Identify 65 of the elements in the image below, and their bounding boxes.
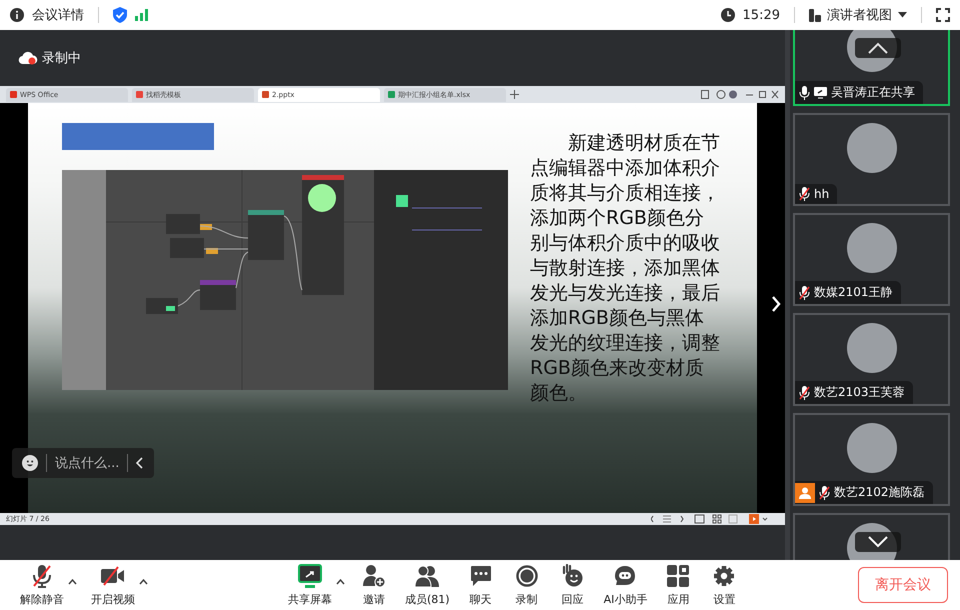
- window-controls-drawing[interactable]: [701, 90, 779, 99]
- participant-tile[interactable]: 吴晋涛正在共享: [793, 30, 950, 106]
- toolbar-button[interactable]: 成员(81): [397, 564, 458, 606]
- participant-name: 数艺2102施陈磊: [834, 484, 925, 501]
- avatar-circle: [846, 423, 896, 473]
- participant-tile[interactable]: 数艺2103王芙蓉: [793, 313, 950, 406]
- toolbar-button[interactable]: 设置: [701, 564, 748, 606]
- add-person-icon: [362, 564, 386, 588]
- shield-check-icon[interactable]: [113, 7, 127, 23]
- avatar-circle: [846, 223, 896, 273]
- people-icon: [414, 564, 440, 588]
- slide-paragraph: 新建透明材质在节点编辑器中添加体积介质将其与介质相连接，添加两个RGB颜色分别与体积介质中的吸收与散射连接，添加黑体发光与发光连接，最后添加RGB颜色与黑体发光的纹理连接，调整RGB颜色来改变材质颜色。: [530, 131, 720, 406]
- toolbar-button[interactable]: 应用: [655, 564, 702, 606]
- avatar-circle: [846, 123, 896, 173]
- meeting-details-link[interactable]: 会议详情: [32, 6, 84, 24]
- toolbar-button[interactable]: 回应: [550, 564, 596, 606]
- clock-icon: [720, 8, 735, 22]
- record-icon: [516, 564, 538, 588]
- signal-icon: [135, 9, 149, 21]
- toolbar-button[interactable]: 录制: [504, 564, 550, 606]
- caret-icon[interactable]: [336, 578, 345, 584]
- waving-face-icon: [562, 564, 584, 588]
- robot-icon: [613, 564, 638, 588]
- toolbar-button[interactable]: 共享屏幕: [280, 564, 340, 606]
- participant-tile[interactable]: 数艺2102施陈磊: [793, 413, 950, 506]
- mic-muted-icon: [31, 564, 53, 588]
- app-icon: [388, 91, 395, 98]
- cloud-record-icon: [18, 51, 38, 65]
- toolbar-button[interactable]: AI小助手: [596, 564, 656, 606]
- chat-bubble-icon: [470, 564, 492, 588]
- fullscreen-icon[interactable]: [936, 8, 950, 22]
- toolbar-button[interactable]: 开启视频: [83, 564, 143, 606]
- participant-tile[interactable]: 数媒2101王静: [793, 213, 950, 306]
- toolbar-button[interactable]: 聊天: [458, 564, 504, 606]
- toolbar-button[interactable]: 解除静音: [12, 564, 72, 606]
- participant-tile[interactable]: hh: [793, 113, 950, 206]
- layout-icon: [809, 8, 821, 22]
- caret-icon: [898, 12, 907, 18]
- participant-name: 吴晋涛正在共享: [831, 84, 915, 101]
- chevron-right-icon[interactable]: [771, 296, 781, 312]
- new-tab-icon[interactable]: [510, 90, 519, 99]
- smiley-icon: [22, 455, 38, 471]
- toolbar-button[interactable]: 邀请: [351, 564, 397, 606]
- avatar-circle: [846, 323, 896, 373]
- scroll-down-icon[interactable]: [855, 532, 901, 552]
- info-icon: [10, 8, 24, 22]
- app-icon: [10, 91, 17, 98]
- chat-input-bar[interactable]: 说点什么...: [12, 448, 154, 478]
- participant-tile[interactable]: [793, 513, 950, 560]
- recording-status: 录制中: [42, 50, 81, 67]
- caret-icon[interactable]: [68, 578, 77, 584]
- scroll-up-icon[interactable]: [855, 38, 901, 58]
- chevron-left-icon: [136, 457, 144, 469]
- view-mode-dropdown[interactable]: 演讲者视图: [809, 6, 907, 24]
- app-icon: [262, 91, 269, 98]
- settings-icon: [713, 564, 736, 588]
- app-icon: [136, 91, 143, 98]
- participant-name: hh: [814, 187, 830, 201]
- meeting-time: 15:29: [742, 8, 780, 22]
- caret-icon[interactable]: [139, 578, 148, 584]
- participant-name: 数艺2103王芙蓉: [814, 384, 905, 401]
- screen-share-icon: [298, 564, 322, 588]
- apps-grid-icon: [667, 564, 690, 588]
- participant-name: 数媒2101王静: [814, 284, 893, 301]
- camera-off-icon: [101, 564, 125, 588]
